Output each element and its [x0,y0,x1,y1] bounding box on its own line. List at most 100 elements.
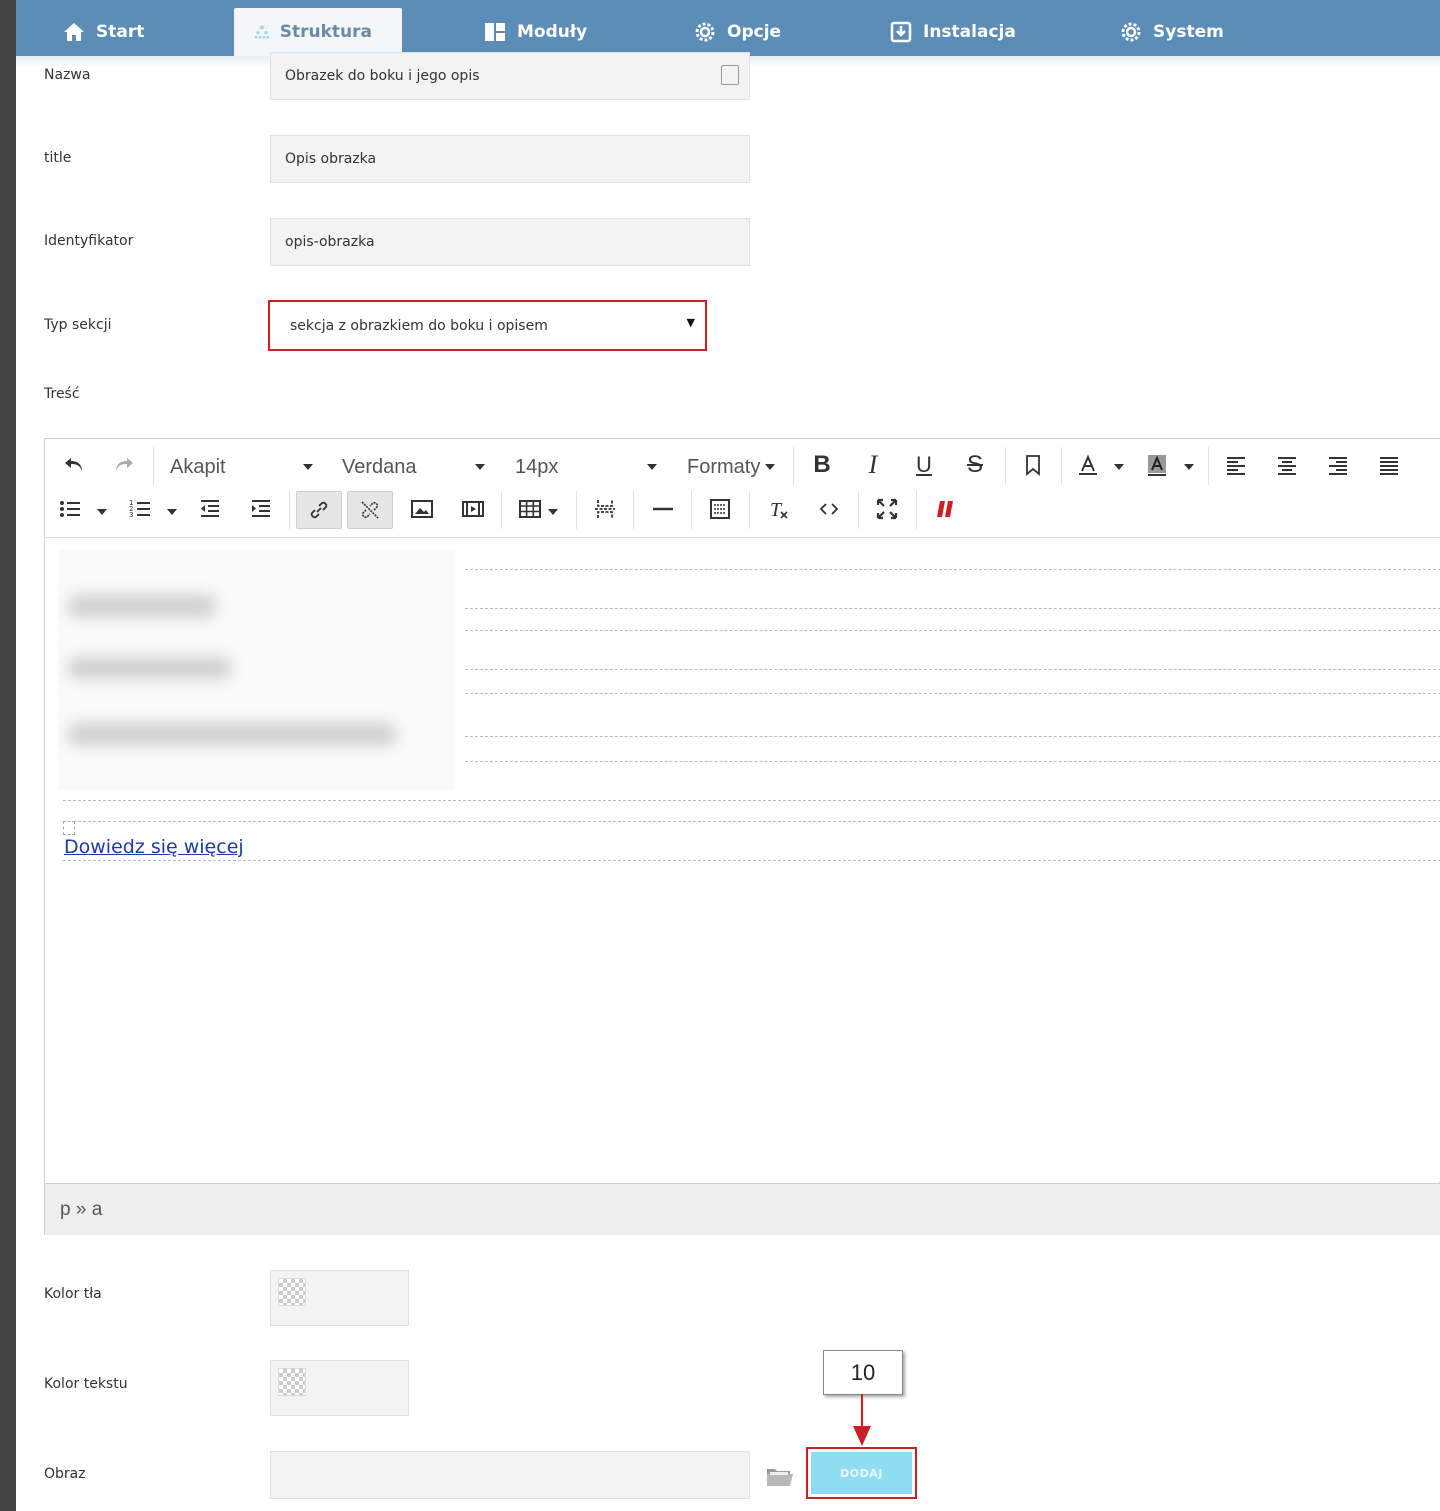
text-color-button[interactable] [1073,451,1103,479]
title-value: Opis obrazka [285,151,377,167]
dodaj-button-highlight: DODAJ [806,1447,917,1499]
italic-icon: I [868,450,878,479]
caret-down-icon[interactable] [97,509,107,515]
undo-button[interactable] [59,451,89,479]
align-center-icon [1278,457,1296,475]
dashed-guide [63,821,1440,822]
nav-instalacja[interactable]: Instalacja [889,8,1016,56]
typ-sekcji-select[interactable]: sekcja z obrazkiem do boku i opisem ▼ [268,300,707,351]
toolbar-separator [858,491,859,529]
background-color-icon [1148,455,1166,476]
align-right-button[interactable] [1323,451,1353,479]
nav-moduly[interactable]: Moduły [483,8,587,56]
bookmark-icon [1026,455,1040,476]
clear-formatting-button[interactable]: T [763,495,793,523]
toolbar-separator [793,447,794,485]
align-justify-button[interactable] [1374,451,1404,479]
numbered-list-icon: 123 [129,499,150,519]
caret-down-icon [475,464,485,470]
background-color-button[interactable] [1142,451,1172,479]
dodaj-button[interactable]: DODAJ [811,1452,912,1494]
source-code-button[interactable] [814,495,844,523]
typ-sekcji-value: sekcja z obrazkiem do boku i opisem [290,317,548,334]
italic-button[interactable]: I [858,450,888,479]
caret-down-icon [647,464,657,470]
font-size-dropdown[interactable]: 14px [515,456,558,479]
caret-down-icon [303,464,313,470]
indent-icon [252,500,270,517]
underline-icon: U [916,452,932,477]
image-icon [411,500,433,518]
special-block-button[interactable] [705,495,735,523]
background-color-picker[interactable] [270,1270,409,1326]
insert-media-button[interactable] [458,495,488,523]
kolor-tekstu-label: Kolor tekstu [44,1376,128,1392]
nav-start[interactable]: Start [62,8,144,56]
underline-button[interactable]: U [909,451,939,479]
dashed-guide [465,608,1440,609]
undo-icon [65,458,82,471]
page-break-button[interactable] [590,495,620,523]
install-icon [890,21,912,43]
redo-button[interactable] [109,451,139,479]
bullet-list-button[interactable] [55,495,85,523]
unlink-icon [361,501,379,519]
fullscreen-button[interactable] [872,495,902,523]
title-input[interactable]: Opis obrazka [270,135,750,183]
caret-down-icon[interactable] [167,509,177,515]
nav-opcje-label: Opcje [727,22,782,42]
bold-icon: B [813,451,831,478]
dashed-guide [63,800,1440,801]
dashed-guide [465,669,1440,670]
folder-icon[interactable] [766,1465,794,1487]
template-icon [710,499,730,519]
nav-system[interactable]: System [1119,8,1224,56]
element-path[interactable]: p » a [60,1199,102,1221]
bold-button[interactable]: B [807,451,837,479]
insert-table-button[interactable] [515,495,545,523]
align-center-button[interactable] [1272,451,1302,479]
image-path-input[interactable] [270,1451,750,1499]
plugin-button[interactable] [930,495,960,523]
outdent-button[interactable] [195,495,225,523]
identyfikator-input[interactable]: opis-obrazka [270,218,750,266]
strikethrough-icon: S [966,451,983,478]
horizontal-line-button[interactable] [648,495,678,523]
strikethrough-button[interactable]: S [960,451,990,479]
indent-button[interactable] [246,495,276,523]
caret-down-icon[interactable] [1184,464,1194,470]
svg-text:3: 3 [129,511,133,519]
fullscreen-icon [876,498,898,520]
save-icon[interactable] [721,65,739,85]
align-left-button[interactable] [1221,451,1251,479]
table-icon [519,500,541,518]
toolbar-separator [691,491,692,529]
numbered-list-button[interactable]: 123 [125,495,155,523]
page-break-icon [595,500,615,518]
insert-link-button[interactable] [296,491,342,529]
nazwa-input[interactable]: Obrazek do boku i jego opis [270,52,750,100]
paragraph-dropdown[interactable]: Akapit [170,456,226,479]
editor-toolbar: Akapit Verdana 14px Formaty B I U S 1 2 … [45,439,1440,538]
nav-moduly-label: Moduły [517,22,588,42]
nav-system-label: System [1153,22,1224,42]
caret-down-icon[interactable] [1114,464,1124,470]
learn-more-link[interactable]: Dowiedz się więcej [64,836,244,858]
insert-image-button[interactable] [407,495,437,523]
gear-icon [1121,22,1141,42]
bookmark-button[interactable] [1018,451,1048,479]
toolbar-separator [1208,447,1209,485]
horizontal-line-icon [653,507,673,511]
text-color-picker[interactable] [270,1360,409,1416]
modules-icon [485,23,505,41]
nav-struktura[interactable]: Struktura [234,8,402,56]
unlink-button[interactable] [347,491,393,529]
font-family-dropdown[interactable]: Verdana [342,456,417,479]
editor-content-area[interactable]: Dowiedz się więcej [45,538,1440,1182]
callout-arrow-line [861,1394,863,1428]
caret-down-icon[interactable] [548,509,558,515]
nav-opcje[interactable]: Opcje [693,8,781,56]
editor-statusbar: p » a [45,1183,1440,1235]
toolbar-separator [153,447,154,485]
formats-dropdown[interactable]: Formaty [687,456,760,479]
